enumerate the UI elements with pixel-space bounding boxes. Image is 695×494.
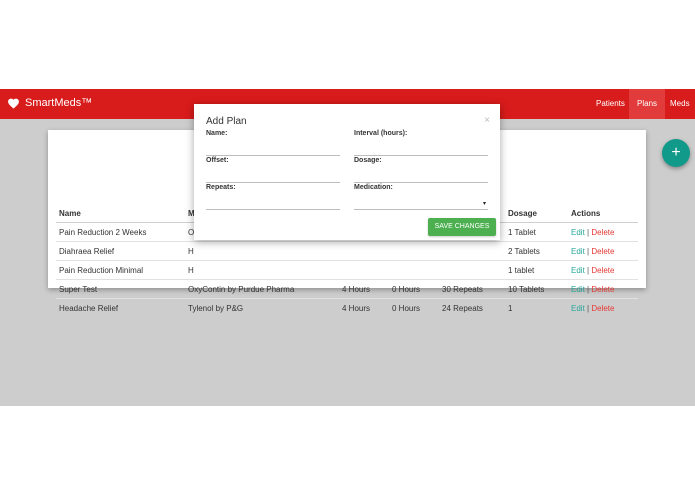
- repeats-input-line: [206, 209, 340, 210]
- close-icon[interactable]: ×: [484, 115, 490, 126]
- cell-medication: Tylenol by P&G: [188, 303, 244, 313]
- edit-link[interactable]: Edit: [571, 228, 585, 237]
- cell-repeats: 30 Repeats: [439, 279, 505, 299]
- dosage-input-line: [354, 182, 488, 183]
- delete-link[interactable]: Delete: [591, 228, 614, 237]
- cell-medication: H: [185, 260, 339, 280]
- nav-plans[interactable]: Plans: [629, 89, 666, 119]
- medication-input-line: [354, 209, 488, 210]
- cell-actions: Edit | Delete: [568, 279, 638, 299]
- nav-patients[interactable]: Patients: [588, 89, 633, 119]
- header-actions: Actions: [568, 204, 638, 223]
- brand-name: SmartMeds™: [25, 97, 93, 109]
- action-separator: |: [587, 284, 590, 294]
- cell-medication: OxyContin by Purdue Pharma: [185, 279, 339, 299]
- cell-name: Pain Reduction 2 Weeks: [56, 222, 185, 242]
- brand-logo[interactable]: SmartMeds™: [7, 97, 92, 109]
- save-changes-button[interactable]: SAVE CHANGES: [428, 218, 496, 236]
- cell-interval: 4 Hours: [342, 303, 371, 313]
- cell-medication: H: [185, 241, 339, 261]
- cell-name: Headache Relief: [59, 303, 119, 313]
- table-row: Super Test OxyContin by Purdue Pharma 4 …: [56, 279, 638, 299]
- edit-link[interactable]: Edit: [571, 247, 585, 256]
- cell-dosage: 1 Tablet: [505, 222, 568, 242]
- cell-dosage: 1 tablet: [505, 260, 568, 280]
- cell-repeats: [439, 241, 505, 261]
- cell-interval: 4 Hours: [339, 279, 389, 299]
- cell-offset: [389, 260, 439, 280]
- cell-actions: Edit | Delete: [568, 241, 638, 261]
- table-row: Pain Reduction Minimal H 1 tablet Edit |…: [56, 260, 638, 280]
- offset-label: Offset:: [206, 157, 229, 164]
- cell-interval: [339, 241, 389, 261]
- cell-name: Super Test: [56, 279, 185, 299]
- modal-title: Add Plan: [206, 116, 247, 127]
- medication-label: Medication:: [354, 184, 393, 191]
- cell-name: Pain Reduction Minimal: [56, 260, 185, 280]
- cell-actions: Edit | Delete: [568, 222, 638, 242]
- medication-select[interactable]: Medication: ▾: [354, 184, 488, 210]
- edit-link[interactable]: Edit: [571, 266, 585, 275]
- cell-dosage: 2 Tablets: [505, 241, 568, 261]
- cell-interval: [339, 260, 389, 280]
- name-field[interactable]: Name:: [206, 130, 340, 156]
- header-dosage: Dosage: [505, 204, 568, 223]
- offset-input-line: [206, 182, 340, 183]
- name-label: Name:: [206, 130, 228, 137]
- edit-link[interactable]: Edit: [571, 285, 585, 294]
- interval-label: Interval (hours):: [354, 130, 408, 137]
- delete-link[interactable]: Delete: [591, 285, 614, 294]
- delete-link[interactable]: Delete: [591, 304, 614, 313]
- cell-repeats: [439, 260, 505, 280]
- cell-name: Diahraea Relief: [56, 241, 185, 261]
- cell-offset: [389, 241, 439, 261]
- add-plan-modal: Add Plan × Name: Interval (hours): Offse…: [194, 104, 500, 240]
- table-row: Headache Relief Tylenol by P&G 4 Hours 0…: [56, 299, 638, 318]
- cell-dosage: 1: [508, 303, 513, 313]
- dosage-field[interactable]: Dosage:: [354, 157, 488, 183]
- heart-icon: [8, 98, 19, 109]
- action-separator: |: [587, 265, 590, 275]
- cell-dosage: 10 Tablets: [505, 279, 568, 299]
- table-row: Diahraea Relief H 2 Tablets Edit | Delet…: [56, 241, 638, 261]
- header-name: Name: [56, 204, 185, 223]
- cell-offset: 0 Hours: [392, 303, 421, 313]
- repeats-label: Repeats:: [206, 184, 236, 191]
- action-separator: |: [587, 303, 590, 313]
- repeats-field[interactable]: Repeats:: [206, 184, 340, 210]
- nav-meds[interactable]: Meds: [662, 89, 695, 119]
- name-input-line: [206, 155, 340, 156]
- dosage-label: Dosage:: [354, 157, 382, 164]
- interval-field[interactable]: Interval (hours):: [354, 130, 488, 156]
- action-separator: |: [587, 246, 590, 256]
- cell-actions: Edit | Delete: [568, 260, 638, 280]
- offset-field[interactable]: Offset:: [206, 157, 340, 183]
- action-separator: |: [587, 227, 590, 237]
- add-plan-button[interactable]: +: [662, 139, 690, 167]
- cell-actions: Edit | Delete: [568, 299, 638, 318]
- interval-input-line: [354, 155, 488, 156]
- dropdown-arrow-icon: ▾: [482, 201, 486, 207]
- delete-link[interactable]: Delete: [591, 266, 614, 275]
- edit-link[interactable]: Edit: [571, 304, 585, 313]
- cell-repeats: 24 Repeats: [442, 303, 483, 313]
- cell-offset: 0 Hours: [389, 279, 439, 299]
- delete-link[interactable]: Delete: [591, 247, 614, 256]
